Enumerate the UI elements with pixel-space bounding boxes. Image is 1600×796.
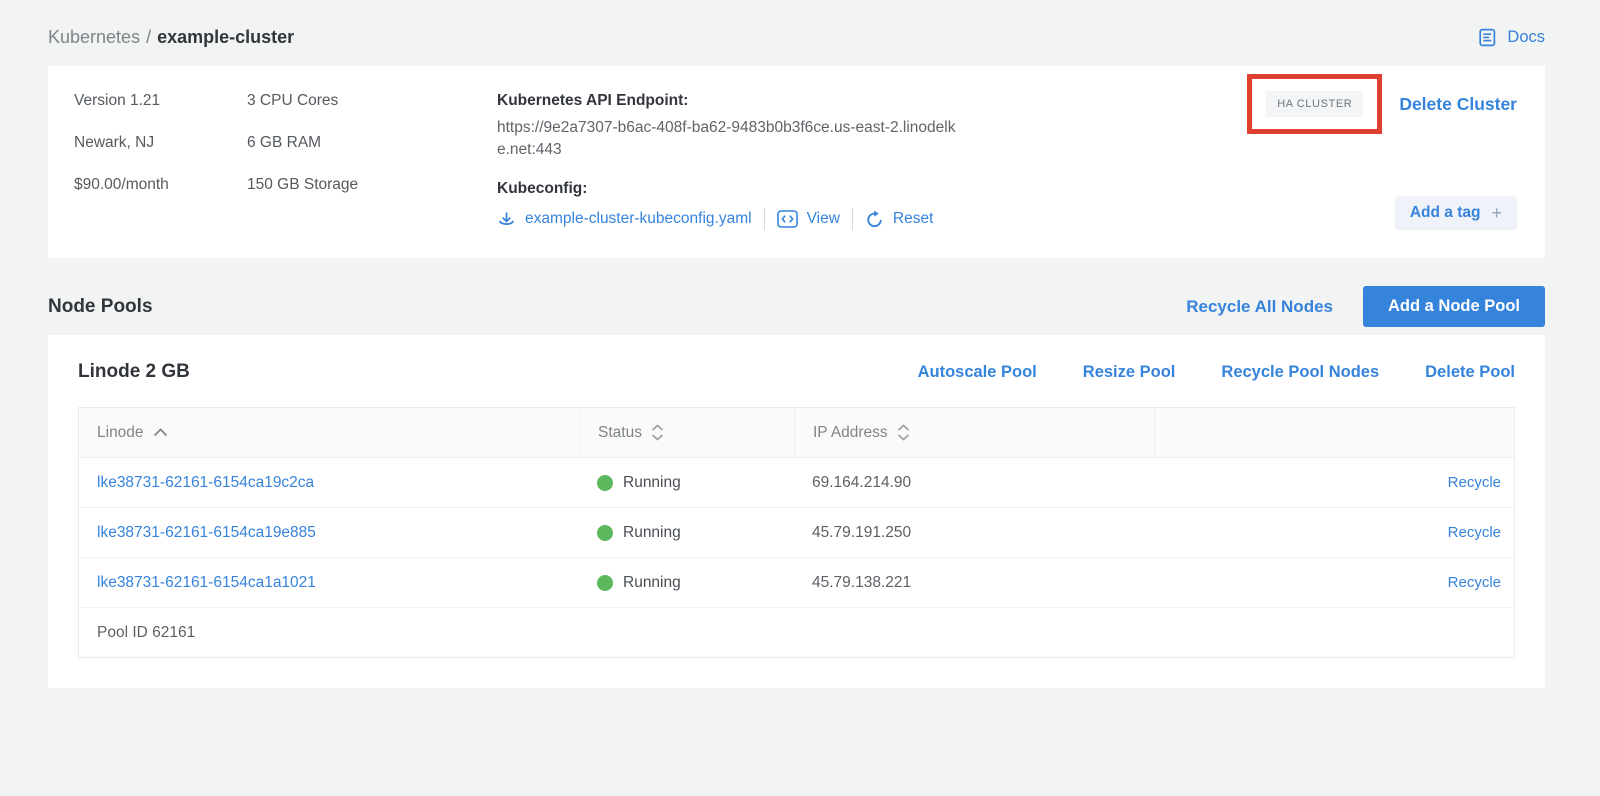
add-node-pool-button[interactable]: Add a Node Pool: [1363, 286, 1545, 327]
annotation-highlight-box: HA CLUSTER: [1247, 74, 1382, 134]
breadcrumb: Kubernetes / example-cluster: [48, 27, 294, 48]
add-tag-button[interactable]: Add a tag +: [1395, 196, 1517, 230]
node-row: lke38731-62161-6154ca19e885 Running 45.7…: [79, 507, 1514, 557]
status-label: Running: [623, 574, 681, 592]
linode-column-label: Linode: [97, 424, 144, 442]
ha-row: HA CLUSTER Delete Cluster: [1247, 74, 1517, 134]
node-row: lke38731-62161-6154ca19c2ca Running 69.1…: [79, 457, 1514, 507]
linode-link[interactable]: lke38731-62161-6154ca19e885: [97, 524, 316, 541]
breadcrumb-separator: /: [146, 27, 151, 47]
pool-header: Linode 2 GB Autoscale Pool Resize Pool R…: [78, 361, 1515, 383]
recycle-all-nodes-button[interactable]: Recycle All Nodes: [1186, 297, 1333, 317]
reset-label: Reset: [893, 210, 934, 228]
recycle-node-button[interactable]: Recycle: [1448, 474, 1501, 491]
reset-icon: [865, 210, 884, 229]
summary-right-block: HA CLUSTER Delete Cluster Add a tag +: [1247, 74, 1517, 234]
autoscale-pool-button[interactable]: Autoscale Pool: [918, 363, 1037, 382]
top-bar: Kubernetes / example-cluster Docs: [48, 20, 1545, 54]
spec-version: Version 1.21: [74, 92, 247, 110]
status-cell: Running: [579, 574, 794, 592]
specs-column-2: 3 CPU Cores 6 GB RAM 150 GB Storage: [247, 92, 459, 234]
ip-cell: 69.164.214.90: [794, 474, 1154, 492]
divider: [852, 208, 853, 230]
spec-ram: 6 GB RAM: [247, 134, 459, 152]
download-icon: [497, 210, 516, 229]
column-header-status[interactable]: Status: [579, 408, 794, 457]
row-actions-cell: Recycle: [1154, 474, 1514, 492]
docs-icon: [1477, 27, 1498, 48]
kubeconfig-label: Kubeconfig:: [497, 180, 972, 198]
status-cell: Running: [579, 524, 794, 542]
node-pools-title: Node Pools: [48, 296, 153, 318]
breadcrumb-kubernetes-link[interactable]: Kubernetes: [48, 27, 140, 47]
pool-actions: Autoscale Pool Resize Pool Recycle Pool …: [918, 363, 1515, 382]
status-label: Running: [623, 474, 681, 492]
pool-id-footer: Pool ID 62161: [79, 607, 1514, 657]
table-header: Linode Status IP Address: [79, 408, 1514, 457]
spec-price: $90.00/month: [74, 176, 247, 194]
spec-storage: 150 GB Storage: [247, 176, 459, 194]
reset-kubeconfig-button[interactable]: Reset: [865, 210, 934, 229]
column-header-ip[interactable]: IP Address: [794, 408, 1154, 457]
status-running-icon: [597, 475, 613, 491]
status-running-icon: [597, 575, 613, 591]
kubeconfig-row: example-cluster-kubeconfig.yaml View: [497, 208, 972, 230]
kubernetes-cluster-page: Kubernetes / example-cluster Docs Version …: [0, 0, 1600, 688]
kubeconfig-filename: example-cluster-kubeconfig.yaml: [525, 210, 752, 228]
status-column-label: Status: [598, 424, 642, 442]
add-tag-label: Add a tag: [1410, 204, 1481, 222]
cluster-summary-card: Version 1.21 Newark, NJ $90.00/month 3 C…: [48, 66, 1545, 258]
api-endpoint-url: https://9e2a7307-b6ac-408f-ba62-9483b0b3…: [497, 117, 959, 161]
nodes-table: Linode Status IP Address: [78, 407, 1515, 658]
column-header-actions: [1154, 408, 1514, 457]
recycle-pool-nodes-button[interactable]: Recycle Pool Nodes: [1221, 363, 1379, 382]
linode-cell: lke38731-62161-6154ca1a1021: [79, 574, 579, 592]
linode-cell: lke38731-62161-6154ca19c2ca: [79, 474, 579, 492]
ip-column-label: IP Address: [813, 424, 888, 442]
ha-cluster-badge: HA CLUSTER: [1266, 91, 1363, 117]
node-pool-card: Linode 2 GB Autoscale Pool Resize Pool R…: [48, 335, 1545, 688]
status-cell: Running: [579, 474, 794, 492]
linode-link[interactable]: lke38731-62161-6154ca1a1021: [97, 574, 316, 591]
column-header-linode[interactable]: Linode: [79, 408, 579, 457]
delete-cluster-button[interactable]: Delete Cluster: [1399, 94, 1517, 115]
plus-icon: +: [1491, 206, 1502, 221]
sort-asc-icon: [153, 428, 168, 437]
status-running-icon: [597, 525, 613, 541]
node-pools-header: Node Pools Recycle All Nodes Add a Node …: [48, 286, 1545, 327]
specs-column-1: Version 1.21 Newark, NJ $90.00/month: [74, 92, 247, 234]
download-kubeconfig-link[interactable]: example-cluster-kubeconfig.yaml: [497, 210, 752, 229]
node-row: lke38731-62161-6154ca1a1021 Running 45.7…: [79, 557, 1514, 607]
sort-both-icon: [651, 424, 664, 441]
spec-region: Newark, NJ: [74, 134, 247, 152]
row-actions-cell: Recycle: [1154, 524, 1514, 542]
endpoint-block: Kubernetes API Endpoint: https://9e2a730…: [497, 92, 972, 234]
linode-cell: lke38731-62161-6154ca19e885: [79, 524, 579, 542]
spec-cpu: 3 CPU Cores: [247, 92, 459, 110]
sort-both-icon: [897, 424, 910, 441]
delete-pool-button[interactable]: Delete Pool: [1425, 363, 1515, 382]
docs-label: Docs: [1507, 28, 1545, 47]
view-kubeconfig-button[interactable]: View: [777, 210, 840, 228]
recycle-node-button[interactable]: Recycle: [1448, 574, 1501, 591]
api-endpoint-label: Kubernetes API Endpoint:: [497, 92, 972, 110]
breadcrumb-cluster-name: example-cluster: [157, 27, 294, 47]
ip-cell: 45.79.138.221: [794, 574, 1154, 592]
code-icon: [777, 210, 798, 228]
view-label: View: [807, 210, 840, 228]
linode-link[interactable]: lke38731-62161-6154ca19c2ca: [97, 474, 314, 491]
resize-pool-button[interactable]: Resize Pool: [1083, 363, 1176, 382]
pool-id-label: Pool ID 62161: [97, 624, 195, 642]
divider: [764, 208, 765, 230]
cluster-specs: Version 1.21 Newark, NJ $90.00/month 3 C…: [74, 92, 459, 234]
ip-cell: 45.79.191.250: [794, 524, 1154, 542]
status-label: Running: [623, 524, 681, 542]
recycle-node-button[interactable]: Recycle: [1448, 524, 1501, 541]
row-actions-cell: Recycle: [1154, 574, 1514, 592]
pool-name: Linode 2 GB: [78, 361, 190, 383]
docs-link[interactable]: Docs: [1477, 27, 1545, 48]
